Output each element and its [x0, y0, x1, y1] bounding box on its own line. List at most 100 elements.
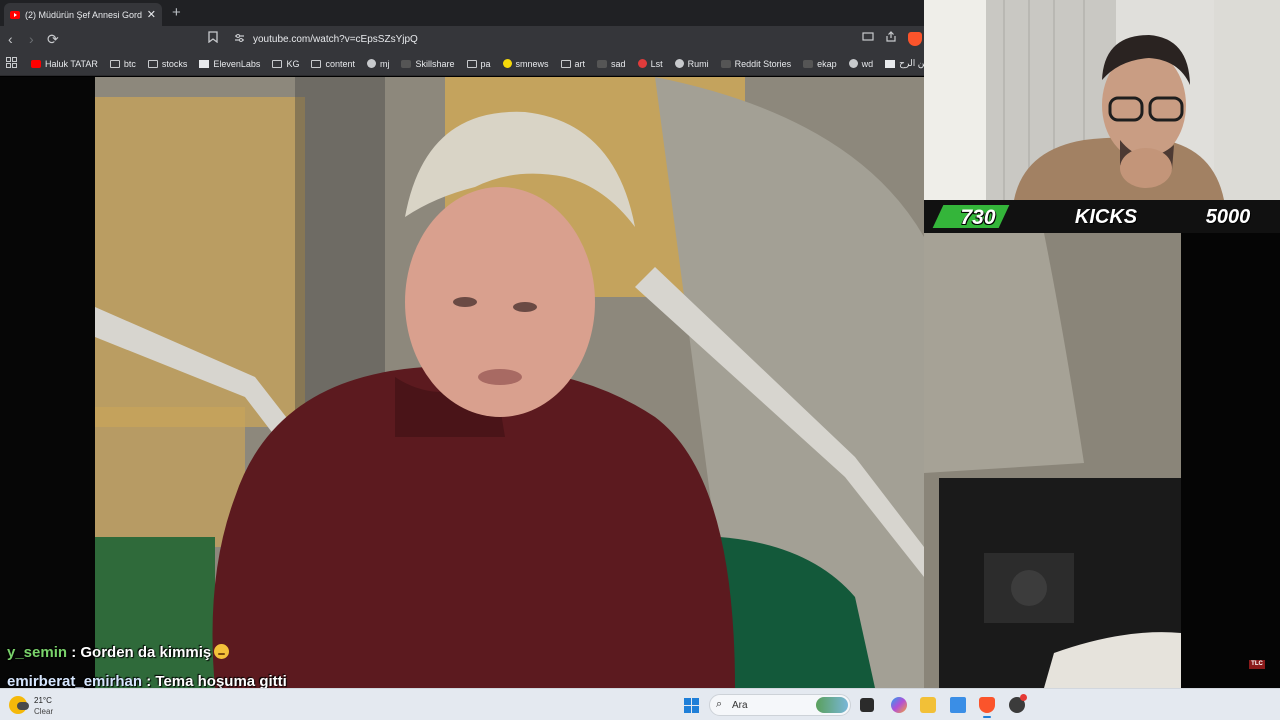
- video-letterbox-right: [1181, 233, 1280, 688]
- bookmark-item[interactable]: mj: [366, 58, 390, 69]
- search-highlight-icon: [816, 697, 848, 713]
- round-icon: [848, 59, 858, 68]
- browser-toolbar: ‹ › ⟳ youtube.com/watch?v=cEpsSZsYjpQ: [0, 26, 924, 52]
- channel-watermark: TLC: [1249, 660, 1265, 669]
- new-tab-button[interactable]: +: [172, 4, 181, 21]
- bookmark-item[interactable]: stocks: [147, 58, 188, 69]
- round-icon: [674, 59, 684, 68]
- bookmark-label: mj: [379, 58, 390, 69]
- tab-bar: (2) Müdürün Şef Annesi Gord ✕ +: [0, 0, 924, 26]
- browser-tab[interactable]: (2) Müdürün Şef Annesi Gord ✕: [4, 3, 162, 26]
- back-button[interactable]: ‹: [8, 30, 13, 48]
- github-icon: [366, 59, 376, 68]
- bookmark-label: الرحمن الرح...: [899, 58, 924, 68]
- folder-icon: [311, 59, 322, 68]
- taskbar-search[interactable]: ⌕ Ara: [709, 694, 851, 716]
- bookmark-item[interactable]: content: [311, 59, 355, 69]
- red-icon: [637, 59, 647, 68]
- share-icon[interactable]: [885, 31, 897, 45]
- bookmark-label: KG: [286, 58, 300, 69]
- screen: (2) Müdürün Şef Annesi Gord ✕ + ‹ › ⟳ yo…: [0, 0, 1280, 720]
- folder-icon: [109, 59, 120, 68]
- brave-browser-icon[interactable]: [979, 697, 995, 718]
- address-bar[interactable]: youtube.com/watch?v=cEpsSZsYjpQ: [226, 29, 852, 49]
- windows-taskbar: 21°C Clear ⌕ Ara: [0, 688, 1280, 720]
- copilot-icon[interactable]: [891, 697, 907, 713]
- bookmark-label: content: [325, 58, 355, 69]
- bookmark-label: stocks: [161, 58, 188, 69]
- reload-button[interactable]: ⟳: [47, 30, 59, 48]
- bookmark-label: Skillshare: [415, 58, 455, 69]
- bookmark-label: Reddit Stories: [734, 58, 792, 69]
- bookmark-item[interactable]: ElevenLabs: [199, 59, 260, 69]
- snipping-tool-icon[interactable]: [950, 697, 966, 713]
- dark-icon: [597, 59, 608, 68]
- bookmark-label: art: [574, 58, 586, 69]
- file-explorer-icon[interactable]: [920, 697, 936, 713]
- search-placeholder: Ara: [732, 700, 748, 711]
- dark-icon: [401, 59, 412, 68]
- doc-icon: [199, 59, 210, 68]
- apps-grid-icon[interactable]: [6, 56, 17, 71]
- bookmark-item[interactable]: Lst: [637, 58, 663, 69]
- brave-icon[interactable]: [908, 32, 922, 46]
- bookmark-list: Haluk TATAR btc stocks ElevenLabs KG content m…: [31, 58, 924, 69]
- bookmark-label: smnews: [515, 58, 549, 69]
- forward-button[interactable]: ›: [29, 30, 34, 48]
- bookmark-item[interactable]: Haluk TATAR: [31, 59, 98, 69]
- youtube-icon: [31, 59, 41, 68]
- bookmark-item[interactable]: الرحمن الرح...: [885, 58, 924, 69]
- bookmark-label: Haluk TATAR: [45, 58, 98, 69]
- bookmark-item[interactable]: wd: [848, 58, 874, 69]
- video-player-extension: [924, 233, 1181, 688]
- youtube-icon: [10, 10, 20, 19]
- bookmark-item[interactable]: art: [560, 58, 586, 69]
- bookmark-item[interactable]: sad: [597, 59, 626, 69]
- bookmark-item[interactable]: pa: [466, 58, 491, 69]
- goal-target-count: 5000: [1205, 206, 1251, 228]
- notification-badge-icon: [1020, 694, 1027, 701]
- bookmark-label: sad: [611, 58, 626, 69]
- dark-icon: [720, 59, 731, 68]
- weather-condition[interactable]: Clear: [34, 707, 53, 716]
- bookmark-item[interactable]: ekap: [803, 59, 837, 69]
- folder-icon: [466, 59, 477, 68]
- bookmark-item[interactable]: smnews: [502, 58, 549, 69]
- tab-title: (2) Müdürün Şef Annesi Gord: [25, 9, 142, 20]
- weather-icon[interactable]: [9, 696, 29, 714]
- chat-text: : Gorden da kimmiş: [71, 644, 212, 661]
- search-icon: ⌕: [716, 698, 723, 710]
- bookmark-label: ekap: [817, 58, 837, 69]
- bookmark-label: Lst: [650, 58, 663, 69]
- bookmark-label: btc: [123, 58, 136, 69]
- folder-icon: [147, 59, 158, 68]
- video-player[interactable]: [95, 77, 924, 688]
- bookmark-label: Rumi: [687, 58, 709, 69]
- cast-icon[interactable]: [862, 31, 874, 45]
- yellow-icon: [502, 59, 512, 68]
- close-tab-icon[interactable]: ✕: [147, 8, 156, 21]
- doc-icon: [885, 59, 896, 68]
- bookmark-item[interactable]: KG: [272, 59, 299, 69]
- task-view-icon[interactable]: [860, 698, 874, 712]
- chat-username: y_semin: [7, 644, 68, 661]
- url-text: youtube.com/watch?v=cEpsSZsYjpQ: [253, 33, 418, 45]
- video-frame: [95, 77, 924, 688]
- webcam-overlay: [924, 0, 1280, 200]
- bookmark-item[interactable]: Rumi: [674, 58, 709, 69]
- bookmarks-bar: Haluk TATAR btc stocks ElevenLabs KG content m…: [0, 52, 924, 76]
- goal-current-count: 730: [960, 206, 996, 229]
- bookmark-label: wd: [861, 58, 874, 69]
- weather-temperature[interactable]: 21°C: [34, 696, 52, 705]
- folder-icon: [560, 59, 571, 68]
- smirking-face-icon: [214, 644, 230, 659]
- bookmark-label: pa: [480, 58, 491, 69]
- start-button[interactable]: [684, 698, 699, 713]
- bookmark-item[interactable]: btc: [109, 58, 136, 69]
- folder-icon: [272, 59, 283, 68]
- bookmark-icon[interactable]: [208, 31, 218, 46]
- bookmark-item[interactable]: Reddit Stories: [720, 58, 792, 69]
- bookmark-label: ElevenLabs: [213, 58, 261, 69]
- site-info-icon[interactable]: [234, 33, 245, 46]
- bookmark-item[interactable]: Skillshare: [401, 58, 455, 69]
